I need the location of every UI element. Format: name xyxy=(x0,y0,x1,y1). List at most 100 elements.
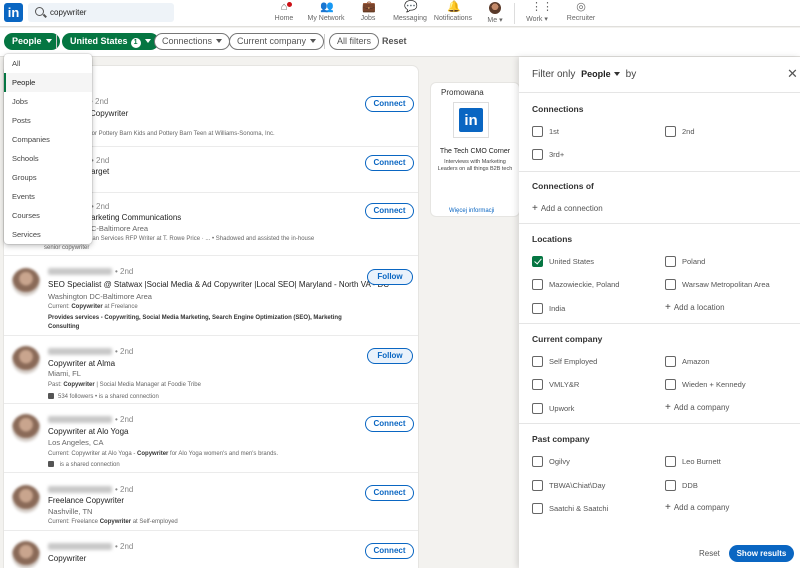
nav-jobs[interactable]: 💼 Jobs xyxy=(356,0,380,27)
dropdown-item-posts[interactable]: Posts xyxy=(4,111,92,130)
caret-down-icon xyxy=(310,39,317,43)
checkbox[interactable] xyxy=(532,480,543,491)
checkbox[interactable] xyxy=(665,126,676,137)
checkbox[interactable] xyxy=(665,480,676,491)
checkbox[interactable] xyxy=(665,379,676,390)
checkbox[interactable] xyxy=(532,126,543,137)
dropdown-item-people[interactable]: People xyxy=(4,73,92,92)
option-label: TBWA\Chiat\Day xyxy=(549,481,606,490)
nav-notifications[interactable]: 🔔 Notifications xyxy=(433,0,473,27)
option-poland[interactable]: Poland xyxy=(665,256,705,267)
checkbox[interactable] xyxy=(665,356,676,367)
result-type-select[interactable]: People xyxy=(581,69,611,79)
follow-button[interactable]: Follow xyxy=(367,348,413,364)
add-location-button[interactable]: + Add a location xyxy=(665,302,725,313)
connect-button[interactable]: Connect xyxy=(365,416,414,432)
all-filters-button[interactable]: All filters xyxy=(329,33,380,50)
option-self-employed[interactable]: Self Employed xyxy=(532,356,597,367)
result-item[interactable]: • 2nd SEO Specialist @ Statwax |Social M… xyxy=(4,256,418,336)
caret-down-icon[interactable] xyxy=(613,72,620,76)
result-name[interactable]: • 2nd xyxy=(48,542,133,551)
ad-learn-more-link[interactable]: Więcej informacji xyxy=(449,208,494,214)
checkbox[interactable] xyxy=(532,279,543,290)
connect-button[interactable]: Connect xyxy=(365,485,414,501)
dropdown-item-schools[interactable]: Schools xyxy=(4,149,92,168)
option-united-states[interactable]: United States xyxy=(532,256,594,267)
result-item[interactable]: • 2nd Copywriter Connect xyxy=(4,531,418,568)
linkedin-logo[interactable]: in xyxy=(4,3,23,22)
checkbox[interactable] xyxy=(665,279,676,290)
option-amazon[interactable]: Amazon xyxy=(665,356,710,367)
checkbox[interactable] xyxy=(532,356,543,367)
summary-suffix: | Social Media Manager at Foodie Tribe xyxy=(94,382,201,388)
checkbox[interactable] xyxy=(532,503,543,514)
connect-button[interactable]: Connect xyxy=(365,203,414,219)
follow-button[interactable]: Follow xyxy=(367,269,413,285)
panel-reset-button[interactable]: Reset xyxy=(699,549,720,558)
checkbox[interactable] xyxy=(532,149,543,160)
result-name[interactable]: • 2nd xyxy=(48,485,133,494)
show-results-button[interactable]: Show results xyxy=(729,545,794,562)
search-input[interactable] xyxy=(50,5,170,20)
location-filter-button[interactable]: United States 1 xyxy=(62,33,159,50)
option-vmlyr[interactable]: VMLY&R xyxy=(532,379,579,390)
checkbox[interactable] xyxy=(532,403,543,414)
dropdown-item-courses[interactable]: Courses xyxy=(4,206,92,225)
option-saatchi[interactable]: Saatchi & Saatchi xyxy=(532,503,608,514)
add-current-company-button[interactable]: + Add a company xyxy=(665,402,729,413)
option-1st[interactable]: 1st xyxy=(532,126,559,137)
option-mazowieckie[interactable]: Mazowieckie, Poland xyxy=(532,279,619,290)
dropdown-item-groups[interactable]: Groups xyxy=(4,168,92,187)
dropdown-item-all[interactable]: All xyxy=(4,54,92,73)
connections-filter-button[interactable]: Connections xyxy=(154,33,231,50)
nav-messaging-label: Messaging xyxy=(393,15,427,22)
option-label: DDB xyxy=(682,481,698,490)
result-name[interactable]: • 2nd xyxy=(48,267,133,276)
result-item[interactable]: • 2nd Copywriter at Alma Miami, FL Past:… xyxy=(4,336,418,404)
option-tbwa[interactable]: TBWA\Chiat\Day xyxy=(532,480,605,491)
close-icon[interactable]: ✕ xyxy=(787,67,798,80)
checkbox[interactable] xyxy=(665,256,676,267)
option-3rd-plus[interactable]: 3rd+ xyxy=(532,149,564,160)
option-upwork[interactable]: Upwork xyxy=(532,403,574,414)
result-name[interactable]: • 2nd xyxy=(48,347,133,356)
connect-button[interactable]: Connect xyxy=(365,543,414,559)
result-item[interactable]: • 2nd Copywriter at Alo Yoga Los Angeles… xyxy=(4,404,418,473)
option-leo-burnett[interactable]: Leo Burnett xyxy=(665,456,721,467)
option-label: Self Employed xyxy=(549,357,598,366)
option-ogilvy[interactable]: Ogilvy xyxy=(532,456,570,467)
checkbox[interactable] xyxy=(532,456,543,467)
option-warsaw[interactable]: Warsaw Metropolitan Area xyxy=(665,279,770,290)
dropdown-item-services[interactable]: Services xyxy=(4,225,92,244)
nav-messaging[interactable]: 💬 Messaging xyxy=(393,0,427,27)
connect-button[interactable]: Connect xyxy=(365,96,414,112)
add-connection-button[interactable]: + Add a connection xyxy=(532,203,603,214)
search-bar[interactable] xyxy=(28,3,174,22)
option-2nd[interactable]: 2nd xyxy=(665,126,695,137)
option-india[interactable]: India xyxy=(532,303,565,314)
promoted-card[interactable]: Promowana in The Tech CMO Corner Intervi… xyxy=(431,83,519,216)
dropdown-item-companies[interactable]: Companies xyxy=(4,130,92,149)
connect-button[interactable]: Connect xyxy=(365,155,414,171)
option-wieden-kennedy[interactable]: Wieden + Kennedy xyxy=(665,379,746,390)
reset-filters-button[interactable]: Reset xyxy=(382,36,407,46)
nav-me[interactable]: Me ▾ xyxy=(484,0,506,27)
people-icon xyxy=(48,393,54,399)
nav-work[interactable]: ⋮⋮ Work ▾ xyxy=(524,0,553,27)
checkbox[interactable] xyxy=(532,303,543,314)
result-item[interactable]: • 2nd Freelance Copywriter Nashville, TN… xyxy=(4,473,418,531)
nav-recruiter[interactable]: ◎ Recruiter xyxy=(566,0,596,27)
result-name[interactable]: • 2nd xyxy=(48,415,133,424)
option-ddb[interactable]: DDB xyxy=(665,480,698,491)
nav-my-network[interactable]: 👥 My Network xyxy=(305,0,347,27)
people-filter-label: People xyxy=(12,36,42,46)
checkbox-checked[interactable] xyxy=(532,256,543,267)
dropdown-item-events[interactable]: Events xyxy=(4,187,92,206)
current-company-filter-button[interactable]: Current company xyxy=(229,33,325,50)
checkbox[interactable] xyxy=(665,456,676,467)
nav-home[interactable]: ⌂ Home xyxy=(270,0,298,27)
add-past-company-button[interactable]: + Add a company xyxy=(665,502,729,513)
people-filter-button[interactable]: People xyxy=(4,33,60,50)
dropdown-item-jobs[interactable]: Jobs xyxy=(4,92,92,111)
checkbox[interactable] xyxy=(532,379,543,390)
